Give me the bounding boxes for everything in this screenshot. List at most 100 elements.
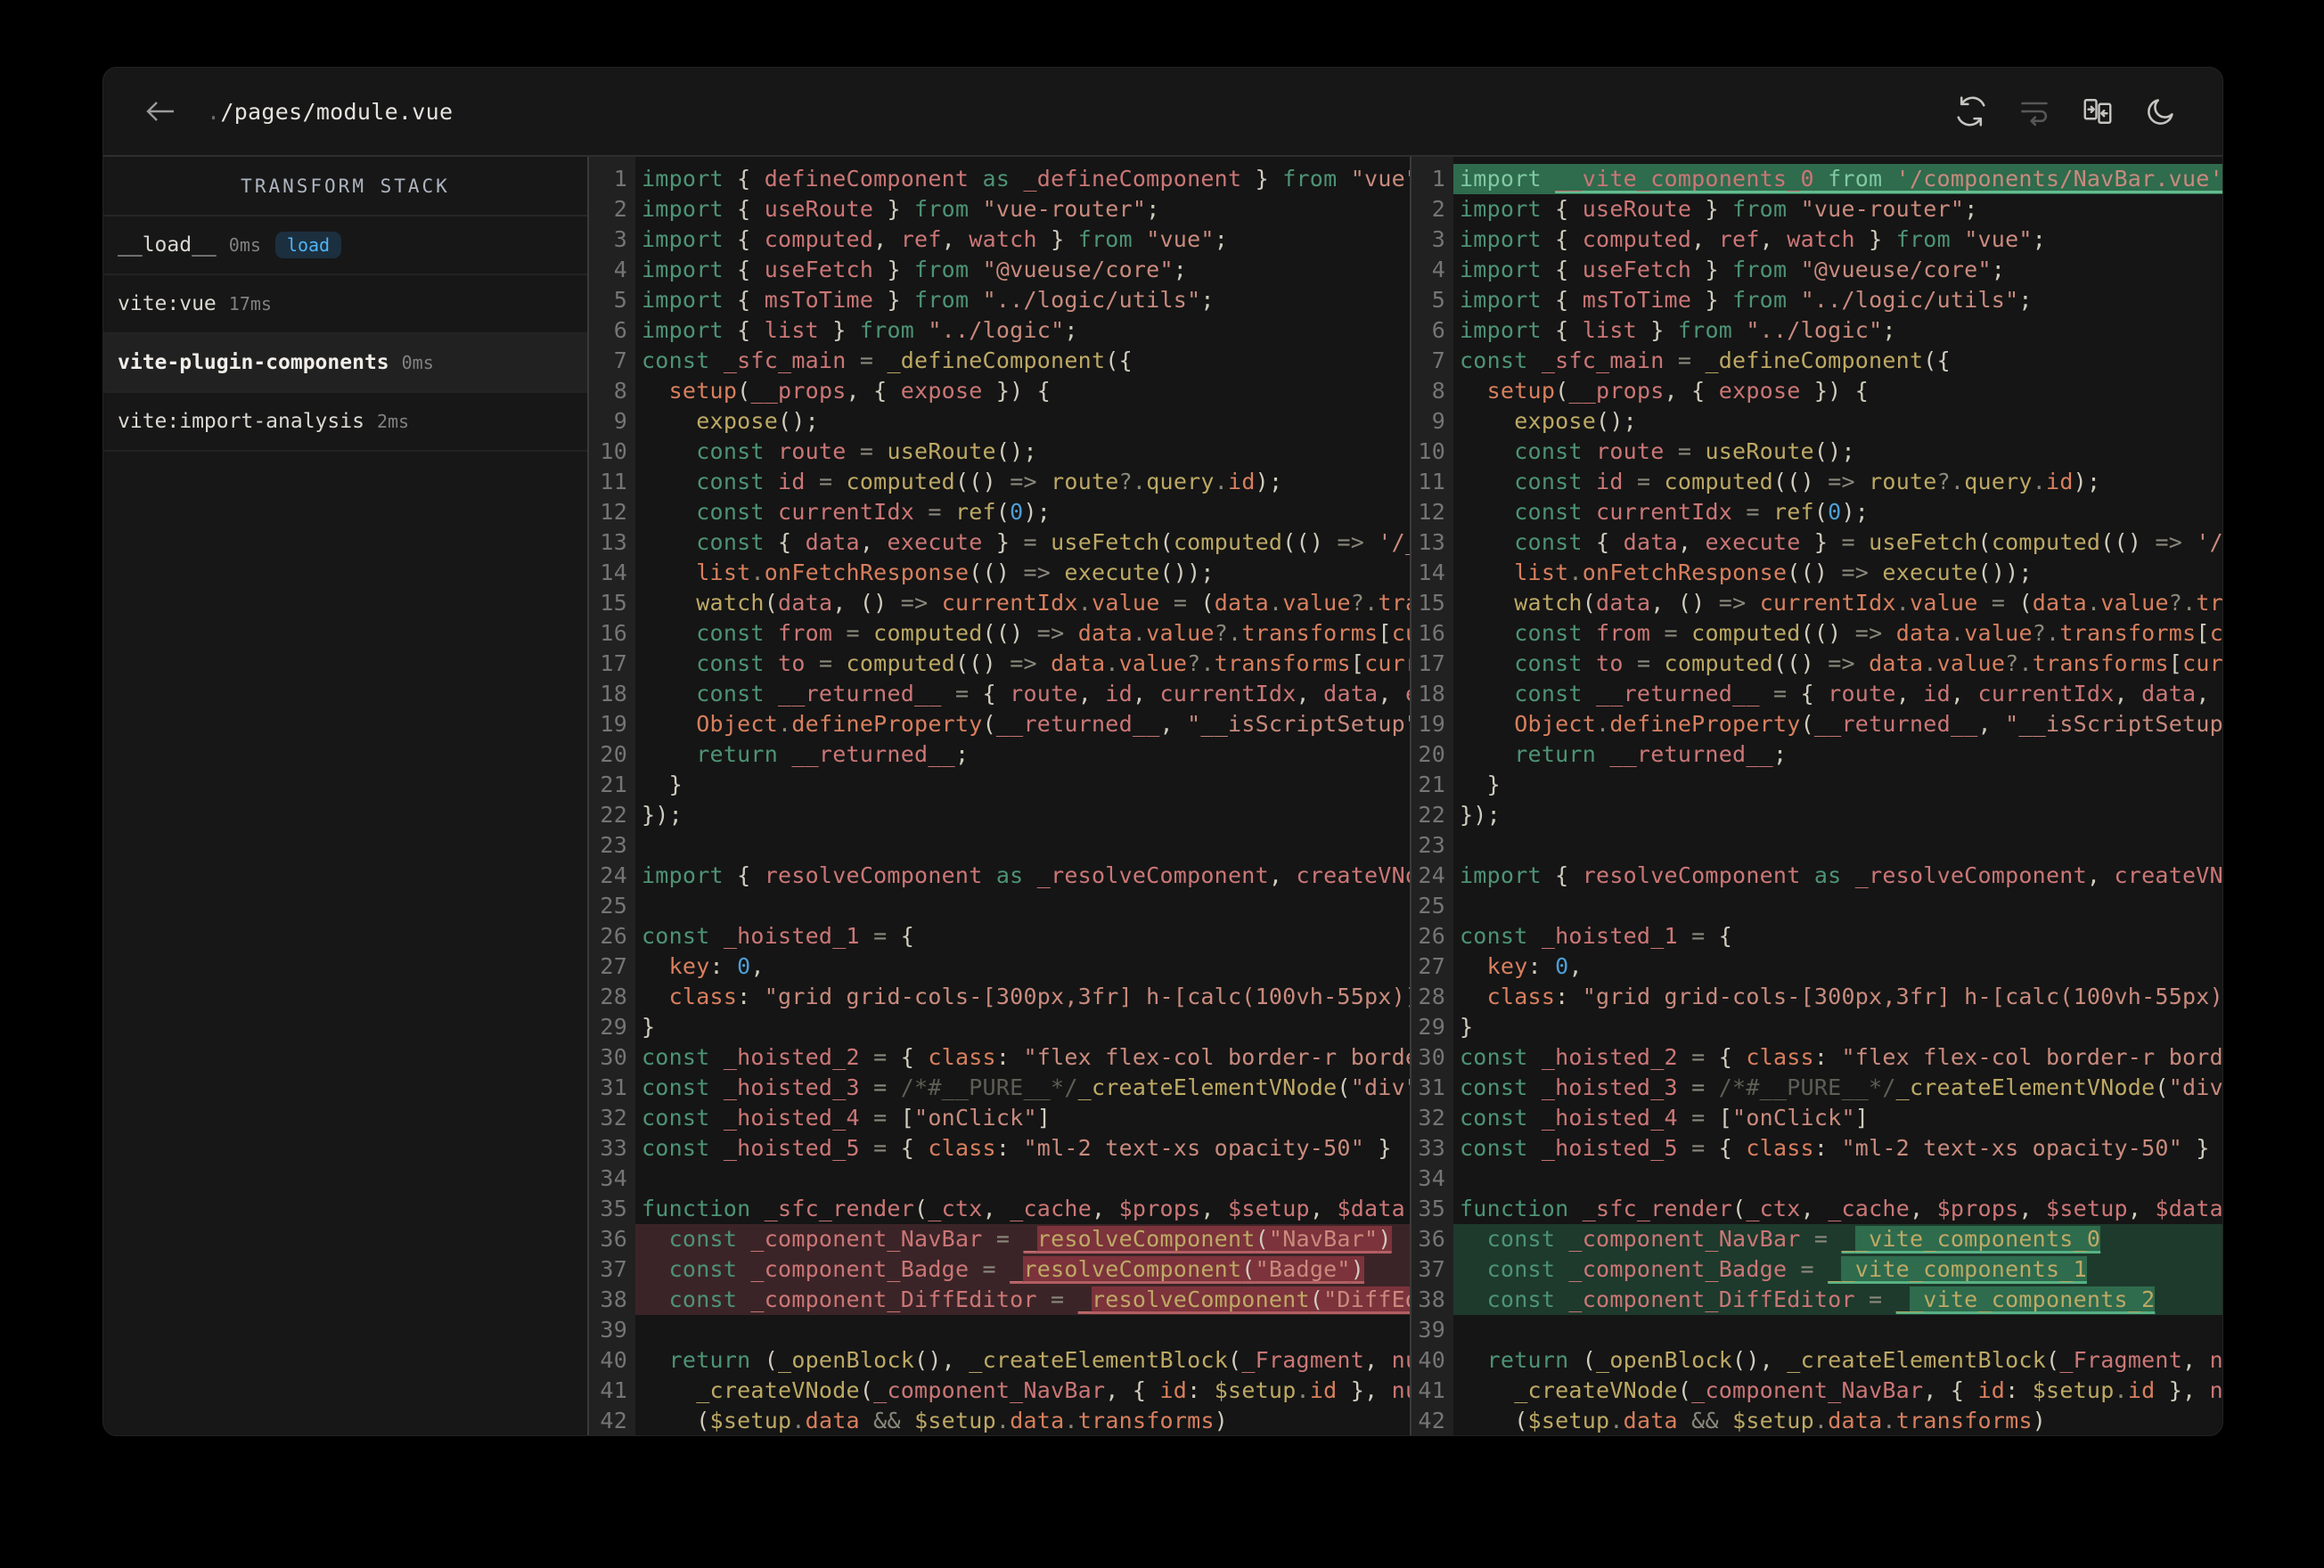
code-line: 36 const _component_NavBar = _resolveCom…	[589, 1224, 1410, 1254]
code-line: 30 const _hoisted_2 = { class: "flex flex…	[589, 1042, 1410, 1073]
code-text: }	[1460, 1014, 1474, 1040]
wrap-lines-icon	[2021, 102, 2048, 127]
title-bar: ./pages/module.vue	[103, 68, 2222, 157]
code-text-add: const _component_Badge = __vite_componen…	[1453, 1254, 2222, 1285]
line-number: 14	[600, 559, 627, 585]
code-text: return (_openBlock(), _createElementBloc…	[668, 1347, 1410, 1373]
code-line: 41 _createVNode(_component_NavBar, { id:…	[1412, 1376, 2222, 1406]
code-text: const _hoisted_5 = { class: "ml-2 text-x…	[1460, 1135, 2210, 1161]
diff-pane-after[interactable]: 1 import __vite_components_0 from '/compo…	[1410, 157, 2222, 1435]
code-text: const route = useRoute();	[696, 438, 1037, 464]
code-text: Object.defineProperty(__returned__, "__i…	[1514, 711, 2222, 737]
line-number: 39	[600, 1317, 627, 1343]
code-text: }	[642, 772, 683, 797]
code-line: 42 ($setup.data && $setup.data.transform…	[1412, 1406, 2222, 1435]
sidebar-item--load-[interactable]: __load__ 0ms load	[103, 216, 587, 275]
line-number: 42	[600, 1408, 627, 1433]
code-line: 41 _createVNode(_component_NavBar, { id:…	[589, 1376, 1410, 1406]
code-line: 25	[589, 891, 1410, 921]
diff-pane-before[interactable]: 1 import { defineComponent as _defineComp…	[589, 157, 1410, 1435]
code-text: const _hoisted_2 = { class: "flex flex-c…	[1460, 1044, 2222, 1070]
line-number: 10	[600, 438, 627, 464]
line-number: 31	[1418, 1074, 1445, 1100]
code-text: import { resolveComponent as _resolveCom…	[642, 862, 1410, 888]
code-line: 17 const to = computed(() => data.value?…	[589, 649, 1410, 679]
code-line: 8 setup(__props, { expose }) {	[1412, 376, 2222, 406]
code-text: const _hoisted_2 = { class: "flex flex-c…	[642, 1044, 1410, 1070]
line-number: 13	[1418, 529, 1445, 555]
sidebar-item-vite-plugin-components[interactable]: vite-plugin-components 0ms	[103, 334, 587, 393]
line-number: 26	[600, 923, 627, 949]
code-text: _createVNode(_component_NavBar, { id: $s…	[696, 1377, 1410, 1403]
dark-mode-button[interactable]	[2144, 94, 2178, 128]
arrow-left-icon	[146, 102, 174, 121]
code-line: 14 list.onFetchResponse(() => execute())…	[589, 558, 1410, 588]
code-line: 22});	[1412, 800, 2222, 830]
code-line: 32 const _hoisted_4 = ["onClick"]	[589, 1103, 1410, 1133]
line-number: 22	[600, 802, 627, 828]
inspect-window: ./pages/module.vue TRANSFORM STACK __loa…	[102, 67, 2223, 1436]
code-text: const _sfc_main = _defineComponent({	[1460, 347, 1951, 373]
line-number: 3	[613, 226, 627, 252]
sidebar-item-vite-import-analysis[interactable]: vite:import-analysis 2ms	[103, 393, 587, 452]
code-line: 6 import { list } from "../logic";	[1412, 315, 2222, 346]
code-line: 3 import { computed, ref, watch } from "v…	[1412, 225, 2222, 255]
code-text: import { computed, ref, watch } from "vu…	[642, 226, 1229, 252]
module-path-title: ./pages/module.vue	[207, 99, 453, 125]
line-number: 32	[600, 1105, 627, 1131]
code-text: import { msToTime } from "../logic/utils…	[642, 287, 1215, 313]
line-number: 23	[1418, 832, 1445, 858]
code-line: 37 const _component_Badge = __vite_compo…	[1412, 1254, 2222, 1285]
code-line: 30 const _hoisted_2 = { class: "flex flex…	[1412, 1042, 2222, 1073]
code-text-addfull: import __vite_components_0 from '/compon…	[1453, 164, 2222, 194]
code-text: setup(__props, { expose }) {	[668, 378, 1052, 404]
side-by-side-diff-icon	[2083, 99, 2112, 124]
code-text: const from = computed(() => data.value?.…	[1514, 620, 2222, 646]
plugin-name-label: vite:vue	[118, 292, 217, 315]
code-line: 23	[589, 830, 1410, 861]
code-text: ($setup.data && $setup.data.transforms)	[642, 1408, 1229, 1433]
line-number: 4	[1431, 257, 1445, 282]
code-line: 39	[1412, 1315, 2222, 1345]
line-number: 38	[1418, 1286, 1445, 1312]
code-line: 12 const currentIdx = ref(0);	[1412, 497, 2222, 527]
line-number: 42	[1418, 1408, 1445, 1433]
code-line: 13 const { data, execute } = useFetch(co…	[589, 527, 1410, 558]
back-button[interactable]	[143, 96, 178, 127]
code-text: import { useRoute } from "vue-router";	[1460, 196, 1978, 222]
code-text-add: const _component_NavBar = __vite_compone…	[1453, 1224, 2222, 1254]
line-number: 12	[600, 499, 627, 525]
sidebar-item-vite-vue[interactable]: vite:vue 17ms	[103, 275, 587, 334]
code-line: 20 return __returned__;	[589, 739, 1410, 770]
wrap-lines-button[interactable]	[2017, 94, 2051, 128]
line-number: 15	[600, 590, 627, 616]
code-text-del: const _component_DiffEditor = _resolveCo…	[635, 1285, 1410, 1315]
code-line: 25	[1412, 891, 2222, 921]
code-line: 5 import { msToTime } from "../logic/util…	[589, 285, 1410, 315]
line-number: 17	[1418, 650, 1445, 676]
side-by-side-toggle-button[interactable]	[2081, 94, 2115, 128]
code-text: const from = computed(() => data.value?.…	[696, 620, 1410, 646]
code-text: function _sfc_render(_ctx, _cache, $prop…	[642, 1196, 1410, 1221]
code-line: 11 const id = computed(() => route?.quer…	[589, 467, 1410, 497]
code-text: const currentIdx = ref(0);	[1514, 499, 1870, 525]
code-text: expose();	[1514, 408, 1637, 434]
plugin-name-label: vite-plugin-components	[118, 351, 389, 374]
code-line: 40 return (_openBlock(), _createElementB…	[589, 1345, 1410, 1376]
code-line: 4 import { useFetch } from "@vueuse/core"…	[589, 255, 1410, 285]
code-line: 39	[589, 1315, 1410, 1345]
code-line: 1 import { defineComponent as _defineComp…	[589, 164, 1410, 194]
line-number: 7	[1431, 347, 1445, 373]
transform-stack-list: __load__ 0ms load vite:vue 17ms vite-plugin-c…	[103, 216, 587, 452]
refresh-button[interactable]	[1954, 94, 1988, 128]
code-text: Object.defineProperty(__returned__, "__i…	[696, 711, 1410, 737]
line-number: 2	[1431, 196, 1445, 222]
line-number: 3	[1431, 226, 1445, 252]
plugin-time-label: 0ms	[228, 234, 261, 256]
code-text: import { useFetch } from "@vueuse/core";	[642, 257, 1188, 282]
line-number: 22	[1418, 802, 1445, 828]
line-number: 16	[1418, 620, 1445, 646]
